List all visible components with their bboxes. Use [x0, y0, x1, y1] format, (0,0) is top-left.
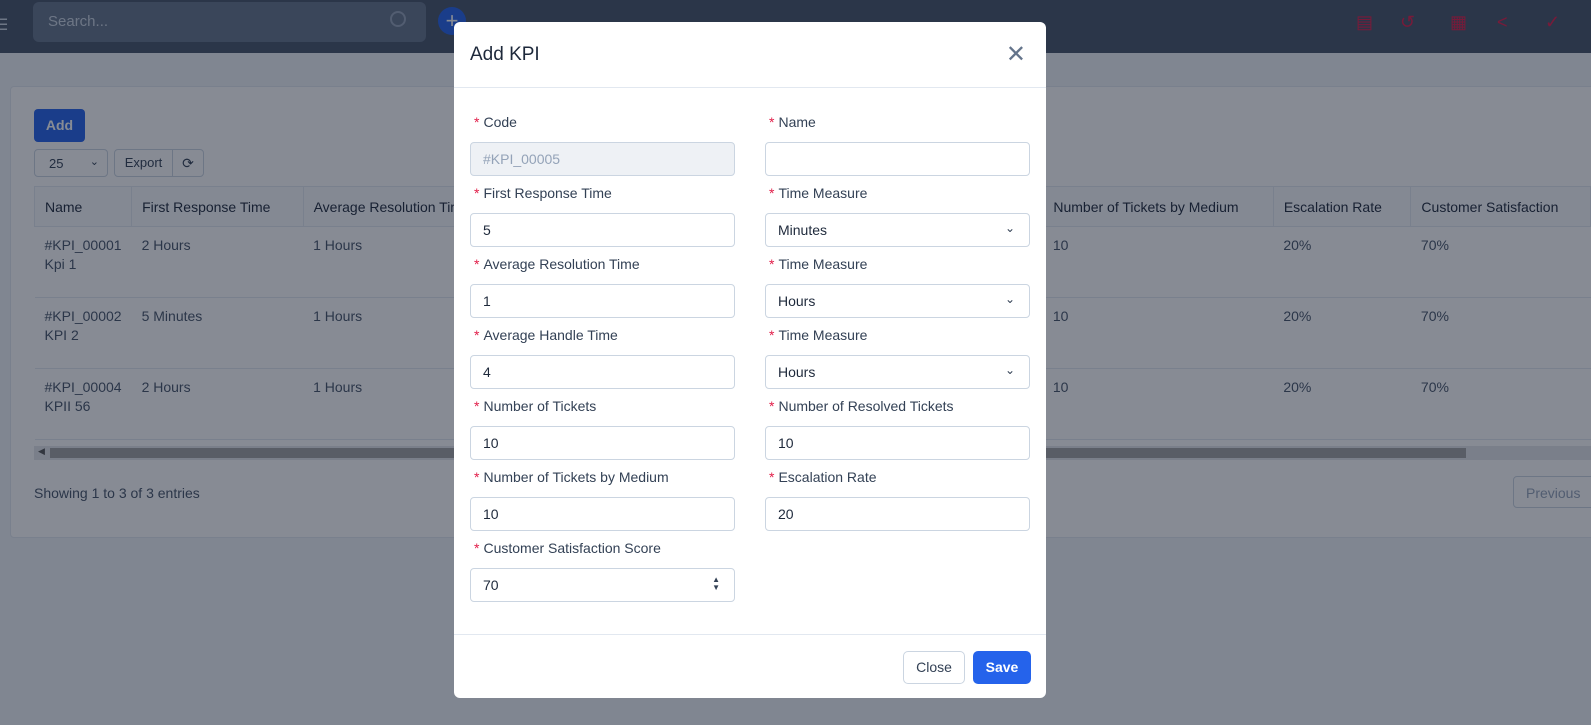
add-kpi-modal: Add KPI ✕ * Code #KPI_00005 * Name * First R…	[454, 22, 1046, 698]
required-marker: *	[769, 114, 775, 130]
time-measure-resolution-field: * Time Measure Hours ⌄	[765, 256, 1030, 318]
field-value: 20	[778, 506, 794, 522]
customer-satisfaction-score-field: * Customer Satisfaction Score 70 ▲ ▼	[470, 540, 735, 602]
modal-title: Add KPI	[470, 44, 540, 65]
field-label-text: Number of Tickets	[483, 398, 597, 414]
required-marker: *	[769, 256, 775, 272]
modal-header: Add KPI ✕	[454, 22, 1046, 88]
required-marker: *	[474, 540, 480, 556]
field-value: Hours	[778, 293, 816, 309]
field-label: * Average Handle Time	[474, 327, 735, 343]
average-handle-time-input[interactable]: 4	[470, 355, 735, 389]
name-input[interactable]	[765, 142, 1030, 176]
required-marker: *	[474, 185, 480, 201]
customer-satisfaction-score-input[interactable]: 70 ▲ ▼	[470, 568, 735, 602]
field-label: * First Response Time	[474, 185, 735, 201]
field-label-text: First Response Time	[483, 185, 612, 201]
escalation-rate-input[interactable]: 20	[765, 497, 1030, 531]
field-value: Hours	[778, 364, 816, 380]
field-value: #KPI_00005	[483, 151, 561, 167]
field-label-text: Number of Tickets by Medium	[483, 469, 669, 485]
field-label-text: Time Measure	[778, 327, 868, 343]
field-label-text: Time Measure	[778, 256, 868, 272]
field-label-text: Time Measure	[778, 185, 868, 201]
chevron-down-icon: ⌄	[1004, 292, 1015, 306]
field-value: 4	[483, 364, 491, 380]
field-label-text: Average Handle Time	[483, 327, 618, 343]
field-value: 5	[483, 222, 491, 238]
field-label-text: Customer Satisfaction Score	[483, 540, 661, 556]
field-value: 10	[483, 506, 499, 522]
required-marker: *	[769, 398, 775, 414]
field-label: * Average Resolution Time	[474, 256, 735, 272]
field-label: * Code	[474, 114, 735, 130]
chevron-down-icon: ⌄	[1004, 363, 1015, 377]
time-measure-first-response-select[interactable]: Minutes ⌄	[765, 213, 1030, 247]
escalation-rate-field: * Escalation Rate 20	[765, 469, 1030, 531]
field-label: * Time Measure	[769, 185, 1030, 201]
save-button[interactable]: Save	[973, 651, 1031, 684]
required-marker: *	[474, 114, 480, 130]
field-label: * Escalation Rate	[769, 469, 1030, 485]
field-label: * Time Measure	[769, 256, 1030, 272]
time-measure-handle-select[interactable]: Hours ⌄	[765, 355, 1030, 389]
field-label-text: Escalation Rate	[778, 469, 877, 485]
required-marker: *	[474, 327, 480, 343]
field-value: 10	[483, 435, 499, 451]
time-measure-first-response-field: * Time Measure Minutes ⌄	[765, 185, 1030, 247]
code-input: #KPI_00005	[470, 142, 735, 176]
field-label-text: Average Resolution Time	[483, 256, 640, 272]
required-marker: *	[474, 469, 480, 485]
modal-footer: Close Save	[454, 634, 1046, 698]
number-of-resolved-tickets-field: * Number of Resolved Tickets 10	[765, 398, 1030, 460]
chevron-down-icon: ⌄	[1004, 221, 1015, 235]
required-marker: *	[769, 185, 775, 201]
first-response-time-input[interactable]: 5	[470, 213, 735, 247]
number-of-tickets-by-medium-field: * Number of Tickets by Medium 10	[470, 469, 735, 531]
average-resolution-time-input[interactable]: 1	[470, 284, 735, 318]
close-icon[interactable]: ✕	[1006, 40, 1026, 69]
required-marker: *	[769, 327, 775, 343]
required-marker: *	[769, 469, 775, 485]
first-response-time-field: * First Response Time 5	[470, 185, 735, 247]
code-field: * Code #KPI_00005	[470, 114, 735, 176]
average-handle-time-field: * Average Handle Time 4	[470, 327, 735, 389]
field-label: * Number of Resolved Tickets	[769, 398, 1030, 414]
field-label-text: Code	[483, 114, 517, 130]
average-resolution-time-field: * Average Resolution Time 1	[470, 256, 735, 318]
field-value: 1	[483, 293, 491, 309]
field-label: * Customer Satisfaction Score	[474, 540, 735, 556]
field-value: Minutes	[778, 222, 828, 238]
field-label: * Number of Tickets by Medium	[474, 469, 735, 485]
field-value: 70	[483, 577, 499, 593]
field-label: * Time Measure	[769, 327, 1030, 343]
required-marker: *	[474, 398, 480, 414]
time-measure-resolution-select[interactable]: Hours ⌄	[765, 284, 1030, 318]
field-label-text: Number of Resolved Tickets	[778, 398, 954, 414]
required-marker: *	[474, 256, 480, 272]
number-of-tickets-field: * Number of Tickets 10	[470, 398, 735, 460]
field-label: * Number of Tickets	[474, 398, 735, 414]
number-of-tickets-by-medium-input[interactable]: 10	[470, 497, 735, 531]
number-of-resolved-tickets-input[interactable]: 10	[765, 426, 1030, 460]
field-label-text: Name	[778, 114, 816, 130]
name-field: * Name	[765, 114, 1030, 176]
field-label: * Name	[769, 114, 1030, 130]
time-measure-handle-field: * Time Measure Hours ⌄	[765, 327, 1030, 389]
field-value: 10	[778, 435, 794, 451]
close-button[interactable]: Close	[903, 651, 965, 684]
number-of-tickets-input[interactable]: 10	[470, 426, 735, 460]
number-spinner-icon[interactable]: ▲ ▼	[712, 576, 720, 592]
